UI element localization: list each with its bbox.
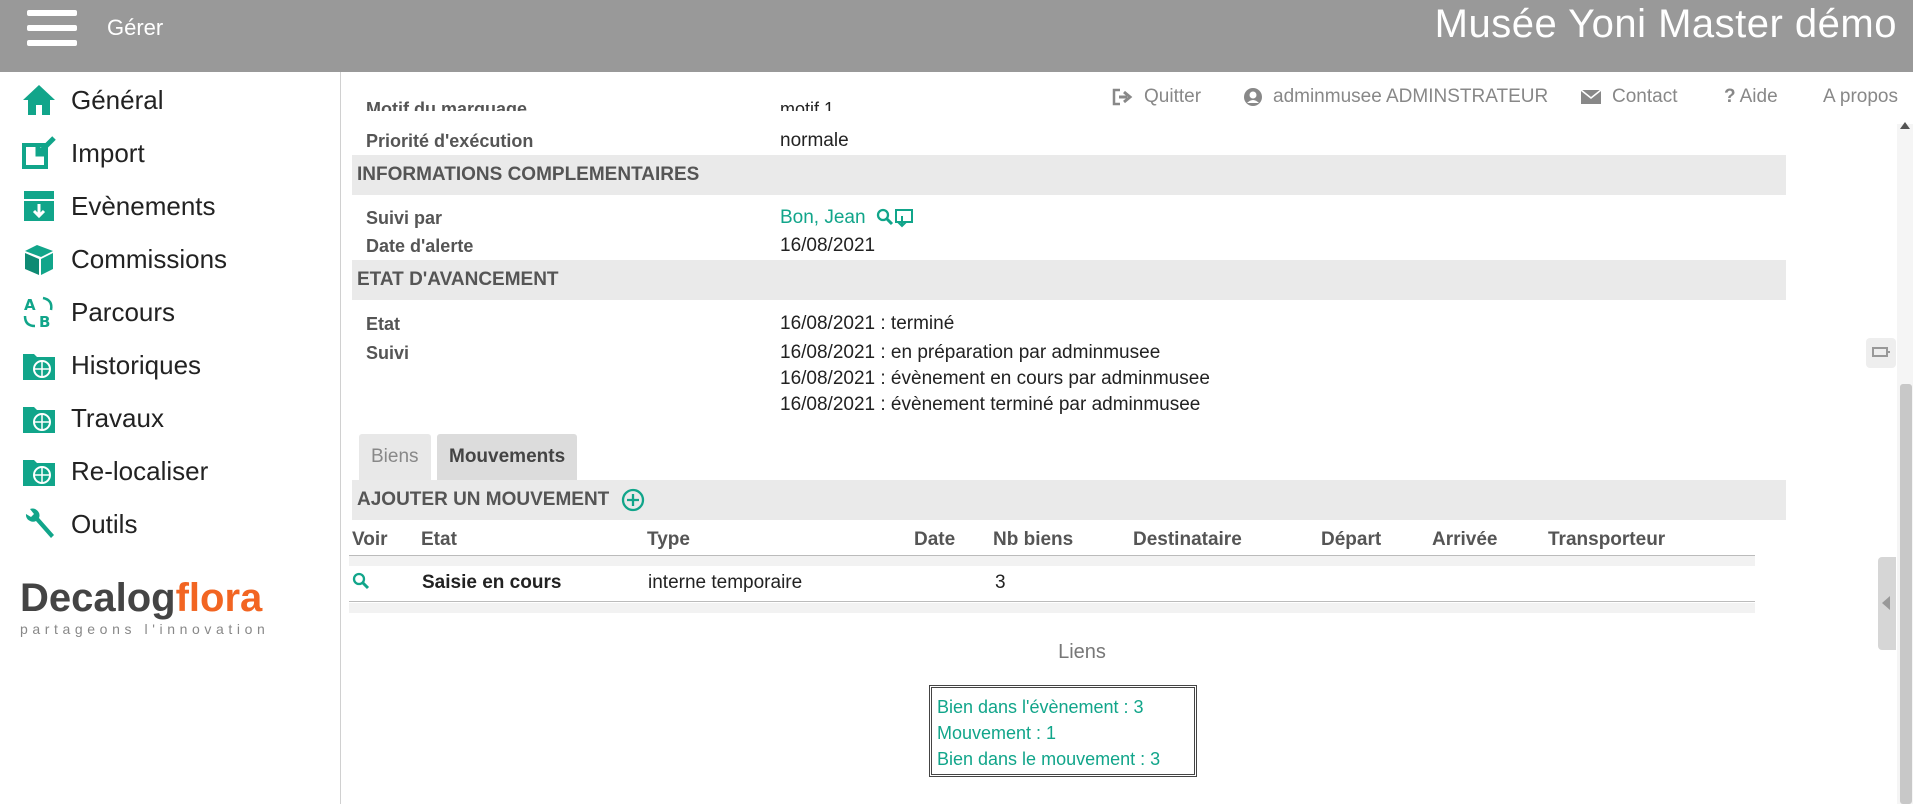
sidebar-item-events[interactable]: Evènements — [20, 186, 216, 226]
hamburger-menu-icon[interactable] — [27, 10, 77, 50]
state-value: 16/08/2021 : terminé — [780, 313, 955, 334]
events-icon — [20, 188, 58, 224]
row-etat: Saisie en cours — [422, 572, 562, 593]
commissions-icon — [20, 241, 58, 277]
movements-table-header: Voir Etat Type Date Nb biens Destinatair… — [349, 526, 1755, 556]
info-section-header: INFORMATIONS COMPLEMENTAIRES — [352, 155, 1786, 195]
add-movement-header: AJOUTER UN MOUVEMENT — [352, 480, 1786, 520]
import-icon — [20, 135, 58, 171]
sidebar-item-outils[interactable]: Outils — [20, 504, 137, 544]
parcours-icon: AB — [20, 294, 58, 330]
panel-toggle-icon — [1872, 347, 1890, 357]
followed-by-value: Bon, Jean — [780, 207, 914, 229]
sidebar-item-label: Commissions — [71, 243, 228, 274]
links-title: Liens — [1058, 641, 1106, 663]
scroll-up-arrow-icon[interactable] — [1900, 122, 1910, 129]
sidebar-item-travaux[interactable]: Travaux — [20, 398, 164, 438]
scrollbar-thumb[interactable] — [1900, 384, 1912, 804]
works-folder-icon — [20, 400, 58, 436]
sidebar-item-parcours[interactable]: AB Parcours — [20, 292, 175, 332]
sidebar-item-commissions[interactable]: Commissions — [20, 239, 227, 279]
motif-value: motif 1 — [780, 99, 835, 111]
view-search-icon[interactable] — [352, 572, 372, 596]
sidebar-item-historiques[interactable]: Historiques — [20, 345, 201, 385]
manage-menu-label[interactable]: Gérer — [107, 15, 163, 41]
link-mouvement[interactable]: Mouvement : 1 — [937, 720, 1189, 746]
search-user-icon[interactable] — [876, 208, 914, 228]
app-title: Musée Yoni Master démo — [1434, 2, 1897, 46]
add-movement-title: AJOUTER UN MOUVEMENT — [357, 489, 610, 510]
priority-label: Priorité d'exécution — [366, 131, 534, 151]
tab-mouvements[interactable]: Mouvements — [437, 434, 577, 480]
col-etat[interactable]: Etat — [421, 529, 457, 551]
col-nb-biens[interactable]: Nb biens — [993, 529, 1073, 551]
follow-line: 16/08/2021 : évènement en cours par admi… — [780, 368, 1210, 389]
sidebar-item-relocaliser[interactable]: Re-localiser — [20, 451, 208, 491]
col-type[interactable]: Type — [647, 529, 690, 551]
sidebar-item-import[interactable]: Import — [20, 133, 145, 173]
follow-label: Suivi — [366, 343, 410, 363]
top-header: Gérer Musée Yoni Master démo — [0, 0, 1913, 72]
add-circle-icon[interactable] — [621, 488, 645, 512]
alert-date-label: Date d'alerte — [366, 236, 474, 256]
wrench-icon — [20, 506, 58, 542]
sidebar-item-label: Import — [71, 137, 145, 168]
col-depart[interactable]: Départ — [1321, 529, 1381, 551]
row-spacer — [349, 556, 1755, 566]
side-panel-collapse-tab[interactable] — [1878, 557, 1896, 650]
relocate-folder-icon — [20, 453, 58, 489]
col-date[interactable]: Date — [914, 529, 955, 551]
decalog-flora-logo: Decalogflora partageons l'innovation — [20, 576, 270, 637]
sidebar-item-label: Travaux — [71, 402, 164, 433]
sidebar-item-label: Evènements — [71, 190, 216, 221]
row-spacer — [349, 603, 1755, 613]
col-destinataire[interactable]: Destinataire — [1133, 529, 1242, 551]
svg-text:A: A — [24, 296, 36, 314]
table-row[interactable]: Saisie en cours interne temporaire 3 — [349, 566, 1755, 602]
sidebar-item-label: Historiques — [71, 349, 202, 380]
col-arrivee[interactable]: Arrivée — [1432, 529, 1498, 551]
follow-line: 16/08/2021 : évènement terminé par admin… — [780, 394, 1201, 415]
floating-panel-button[interactable] — [1866, 338, 1896, 368]
tab-biens[interactable]: Biens — [359, 434, 431, 480]
followed-by-label: Suivi par — [366, 208, 443, 228]
main-content: Motif du marquage motif 1 Priorité d'exé… — [342, 72, 1875, 804]
col-voir[interactable]: Voir — [352, 529, 388, 551]
home-icon — [20, 82, 58, 118]
history-folder-icon — [20, 347, 58, 383]
sidebar-item-label: Général — [71, 84, 164, 115]
sidebar-item-label: Re-localiser — [71, 455, 209, 486]
followed-by-link[interactable]: Bon, Jean — [780, 207, 866, 229]
row-type: interne temporaire — [648, 572, 803, 593]
svg-text:B: B — [39, 313, 50, 330]
follow-line: 16/08/2021 : en préparation par adminmus… — [780, 342, 1161, 363]
link-biens-mouvement[interactable]: Bien dans le mouvement : 3 — [937, 746, 1189, 772]
sidebar-item-label: Outils — [71, 508, 138, 539]
motif-label: Motif du marquage — [366, 99, 527, 111]
sidebar: Général Import Evènements Commissions AB… — [0, 72, 341, 804]
row-nb-biens: 3 — [995, 572, 1006, 593]
sidebar-item-label: Parcours — [71, 296, 176, 327]
col-transporteur[interactable]: Transporteur — [1548, 529, 1665, 551]
alert-date-value: 16/08/2021 — [780, 235, 876, 256]
state-label: Etat — [366, 314, 401, 334]
links-box: Bien dans l'évènement : 3 Mouvement : 1 … — [929, 685, 1197, 777]
priority-value: normale — [780, 130, 849, 151]
progress-section-header: ETAT D'AVANCEMENT — [352, 260, 1786, 300]
sidebar-item-general[interactable]: Général — [20, 80, 164, 120]
link-biens-evenement[interactable]: Bien dans l'évènement : 3 — [937, 694, 1189, 720]
